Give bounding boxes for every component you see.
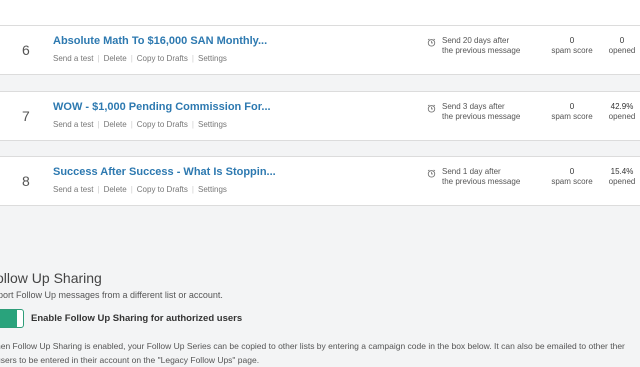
section-subtitle: port Follow Up messages from a different… bbox=[0, 290, 223, 300]
followup-row: 7 WOW - $1,000 Pending Commission For...… bbox=[0, 91, 640, 141]
opened-label: opened bbox=[608, 112, 636, 121]
section-title: ollow Up Sharing bbox=[0, 270, 102, 286]
followup-row: 6 Absolute Math To $16,000 SAN Monthly..… bbox=[0, 25, 640, 75]
opened-value: 42.9% bbox=[610, 102, 634, 111]
toggle-label: Enable Follow Up Sharing for authorized … bbox=[31, 313, 243, 324]
opened-rate: 0 opened bbox=[603, 36, 640, 56]
opened-label: opened bbox=[608, 46, 636, 55]
opened-label: opened bbox=[608, 177, 636, 186]
opened-value: 0 bbox=[619, 36, 625, 45]
spam-score-value: 0 bbox=[569, 102, 575, 111]
row-actions: Send a test | Delete | Copy to Drafts | Settin… bbox=[53, 54, 227, 63]
message-subject-link[interactable]: WOW - $1,000 Pending Commission For... bbox=[53, 101, 271, 113]
clock-icon bbox=[427, 38, 436, 47]
row-number: 7 bbox=[22, 108, 30, 124]
timing-line-2: the previous message bbox=[442, 112, 521, 121]
clock-icon bbox=[427, 104, 436, 113]
settings-link[interactable]: Settings bbox=[198, 185, 227, 194]
send-timing: Send 1 day after the previous message bbox=[442, 167, 520, 187]
spam-score: 0 spam score bbox=[549, 167, 595, 187]
row-actions: Send a test | Delete | Copy to Drafts | Settin… bbox=[53, 120, 227, 129]
row-number: 6 bbox=[22, 42, 30, 58]
clock-icon bbox=[427, 169, 436, 178]
opened-rate: 42.9% opened bbox=[603, 102, 640, 122]
send-timing: Send 20 days after the previous message bbox=[442, 36, 520, 56]
send-timing: Send 3 days after the previous message bbox=[442, 102, 520, 122]
sharing-description: hen Follow Up Sharing is enabled, your F… bbox=[0, 341, 625, 365]
delete-link[interactable]: Delete bbox=[104, 120, 127, 129]
timing-line-1: Send 3 days after bbox=[442, 102, 505, 111]
sharing-toggle[interactable] bbox=[0, 309, 24, 328]
spam-score-label: spam score bbox=[551, 177, 593, 186]
message-subject-link[interactable]: Success After Success - What Is Stoppin.… bbox=[53, 166, 276, 178]
send-test-link[interactable]: Send a test bbox=[53, 54, 93, 63]
timing-line-2: the previous message bbox=[442, 46, 521, 55]
spam-score: 0 spam score bbox=[549, 102, 595, 122]
send-test-link[interactable]: Send a test bbox=[53, 185, 93, 194]
copy-to-drafts-link[interactable]: Copy to Drafts bbox=[137, 185, 188, 194]
spam-score-label: spam score bbox=[551, 46, 593, 55]
delete-link[interactable]: Delete bbox=[104, 54, 127, 63]
followup-row: 8 Success After Success - What Is Stoppi… bbox=[0, 156, 640, 206]
opened-rate: 15.4% opened bbox=[603, 167, 640, 187]
spam-score-value: 0 bbox=[569, 167, 575, 176]
settings-link[interactable]: Settings bbox=[198, 120, 227, 129]
toggle-knob bbox=[0, 310, 17, 327]
timing-line-1: Send 1 day after bbox=[442, 167, 501, 176]
timing-line-2: the previous message bbox=[442, 177, 521, 186]
copy-to-drafts-link[interactable]: Copy to Drafts bbox=[137, 54, 188, 63]
delete-link[interactable]: Delete bbox=[104, 185, 127, 194]
spam-score-value: 0 bbox=[569, 36, 575, 45]
previous-row-remnant bbox=[0, 0, 640, 27]
settings-link[interactable]: Settings bbox=[198, 54, 227, 63]
message-subject-link[interactable]: Absolute Math To $16,000 SAN Monthly... bbox=[53, 35, 267, 47]
copy-to-drafts-link[interactable]: Copy to Drafts bbox=[137, 120, 188, 129]
spam-score: 0 spam score bbox=[549, 36, 595, 56]
row-number: 8 bbox=[22, 173, 30, 189]
timing-line-1: Send 20 days after bbox=[442, 36, 510, 45]
follow-up-sharing-section: ollow Up Sharing port Follow Up messages… bbox=[0, 258, 640, 365]
row-actions: Send a test | Delete | Copy to Drafts | Settin… bbox=[53, 185, 227, 194]
spam-score-label: spam score bbox=[551, 112, 593, 121]
send-test-link[interactable]: Send a test bbox=[53, 120, 93, 129]
opened-value: 15.4% bbox=[610, 167, 634, 176]
